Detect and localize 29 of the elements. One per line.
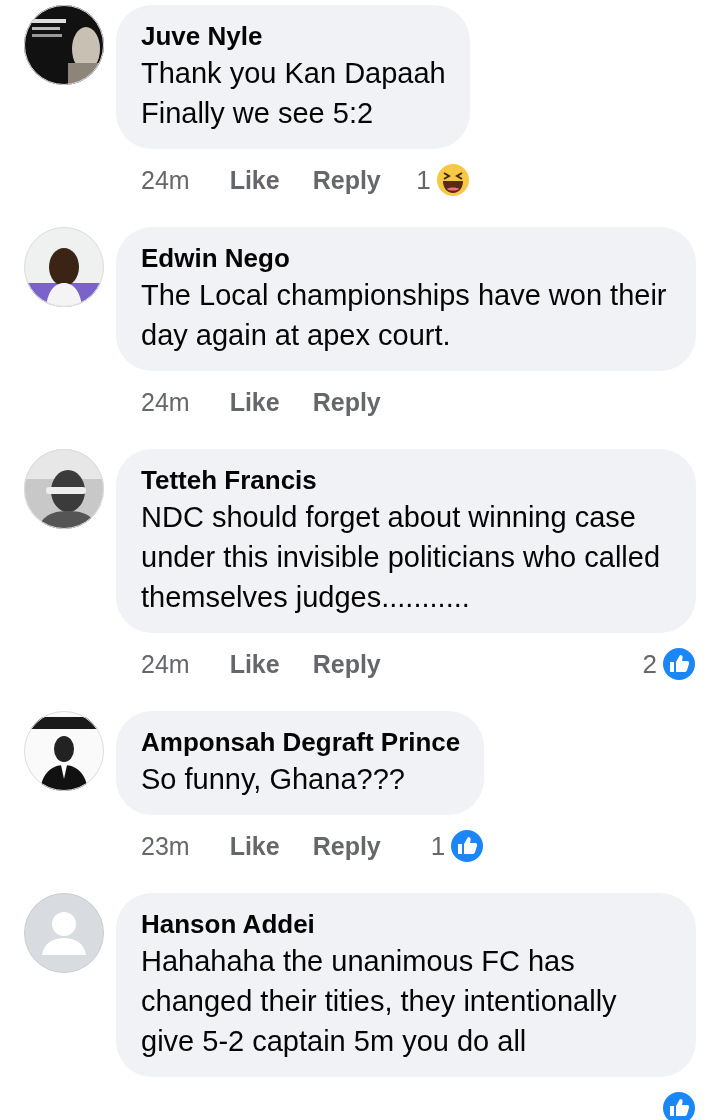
timestamp: 24m — [141, 387, 190, 417]
action-link[interactable]: Reply — [312, 649, 381, 679]
laughing-emoji-icon — [435, 163, 470, 197]
thumbs-up-icon — [662, 1091, 696, 1120]
action-link[interactable]: Like — [229, 165, 280, 195]
action-link[interactable]: Like — [229, 831, 280, 861]
action-link[interactable]: Reply — [312, 165, 381, 195]
commenter-name[interactable]: Tetteh Francis — [141, 463, 672, 497]
thumbs-up-icon — [450, 829, 485, 863]
action-link[interactable]: Reply — [312, 387, 381, 417]
comment-text: So funny, Ghana??? — [141, 762, 406, 797]
action-link[interactable]: Reply — [312, 831, 381, 861]
thumbs-up-icon — [662, 647, 696, 681]
reaction-count: 1 — [430, 830, 446, 862]
commenter-name[interactable]: Amponsah Degraft Prince — [141, 725, 461, 759]
reaction-count: 2 — [642, 648, 657, 680]
commenter-name[interactable]: Juve Nyle — [141, 19, 446, 53]
comment-text: The Local championships have won their day again at apex court. — [141, 278, 668, 353]
reaction-count: 1 — [416, 164, 431, 196]
timestamp: 24m — [141, 649, 190, 679]
comment-text: NDC should forget about winning case under this invisible politicians who called themselves judges........... — [141, 500, 662, 615]
commenter-name[interactable]: Hanson Addei — [141, 907, 672, 941]
timestamp: 24m — [141, 165, 190, 195]
action-link[interactable]: Like — [229, 649, 280, 679]
timestamp: 23m — [141, 831, 190, 861]
comment-text: Thank you Kan Dapaah Finally we see 5:2 — [141, 56, 446, 131]
commenter-name[interactable]: Edwin Nego — [141, 241, 672, 275]
comment-text: Hahahaha the unanimous FC has changed their tities, they intentionally give 5-2 captain 5m you do all — [141, 944, 618, 1059]
action-link[interactable]: Like — [229, 387, 280, 417]
